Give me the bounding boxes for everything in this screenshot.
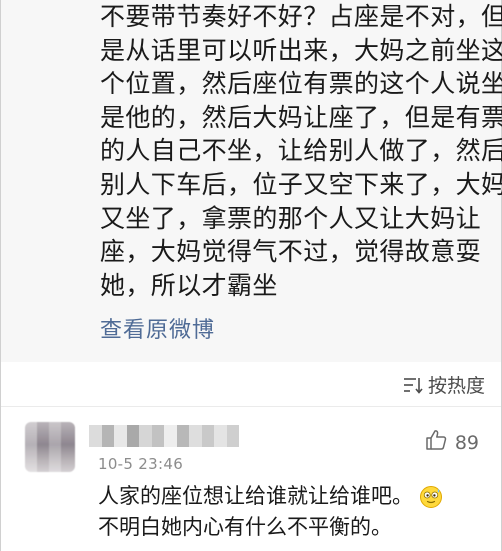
comment-body: 人家的座位想让给谁就让给谁吧。 不明白她内心有什么不平衡的。	[98, 481, 498, 543]
comment-timestamp: 10-5 23:46	[98, 455, 184, 473]
avatar[interactable]	[25, 422, 75, 472]
post-line: 座，大妈觉得气不过，觉得故意耍	[100, 237, 482, 267]
sort-by-hot-button[interactable]: 按热度	[403, 371, 485, 398]
sort-lines-icon	[403, 376, 423, 394]
view-original-link[interactable]: 查看原微博	[100, 312, 215, 344]
thumbs-up-icon	[425, 429, 447, 456]
comment-line-text: 人家的座位想让给谁就让给谁吧。	[98, 484, 413, 508]
username-blurred[interactable]	[89, 425, 239, 447]
post-line: 不要带节奏好不好？占座是不对，但	[100, 2, 502, 31]
quoted-post: 不要带节奏好不好？占座是不对，但 是从话里可以听出来，大妈之前坐这 个位置，然后…	[1, 0, 502, 362]
like-count: 89	[454, 431, 479, 454]
sweat-smile-emoji-icon	[419, 485, 443, 509]
post-line: 的人自己不坐，让给别人做了，然后	[100, 136, 502, 166]
post-line: 个位置，然后座位有票的这个人说坐	[100, 69, 502, 99]
comment-item: 89 10-5 23:46 人家的座位想让给谁就让给谁吧。 不明白她内心有什么不…	[1, 407, 501, 551]
post-body: 不要带节奏好不好？占座是不对，但 是从话里可以听出来，大妈之前坐这 个位置，然后…	[100, 0, 502, 302]
post-line: 她，所以才霸坐	[100, 270, 278, 300]
sort-label: 按热度	[427, 375, 485, 397]
comment-line: 不明白她内心有什么不平衡的。	[98, 515, 392, 539]
post-line: 又坐了，拿票的那个人又让大妈让	[100, 203, 482, 233]
like-button[interactable]: 89	[425, 429, 479, 456]
sort-bar: 按热度	[1, 362, 501, 406]
comment-line: 人家的座位想让给谁就让给谁吧。	[98, 481, 498, 512]
post-line: 是从话里可以听出来，大妈之前坐这	[100, 35, 502, 65]
post-line: 别人下车后，位子又空下来了，大妈	[100, 169, 502, 199]
post-line: 是他的，然后大妈让座了，但是有票	[100, 102, 502, 132]
